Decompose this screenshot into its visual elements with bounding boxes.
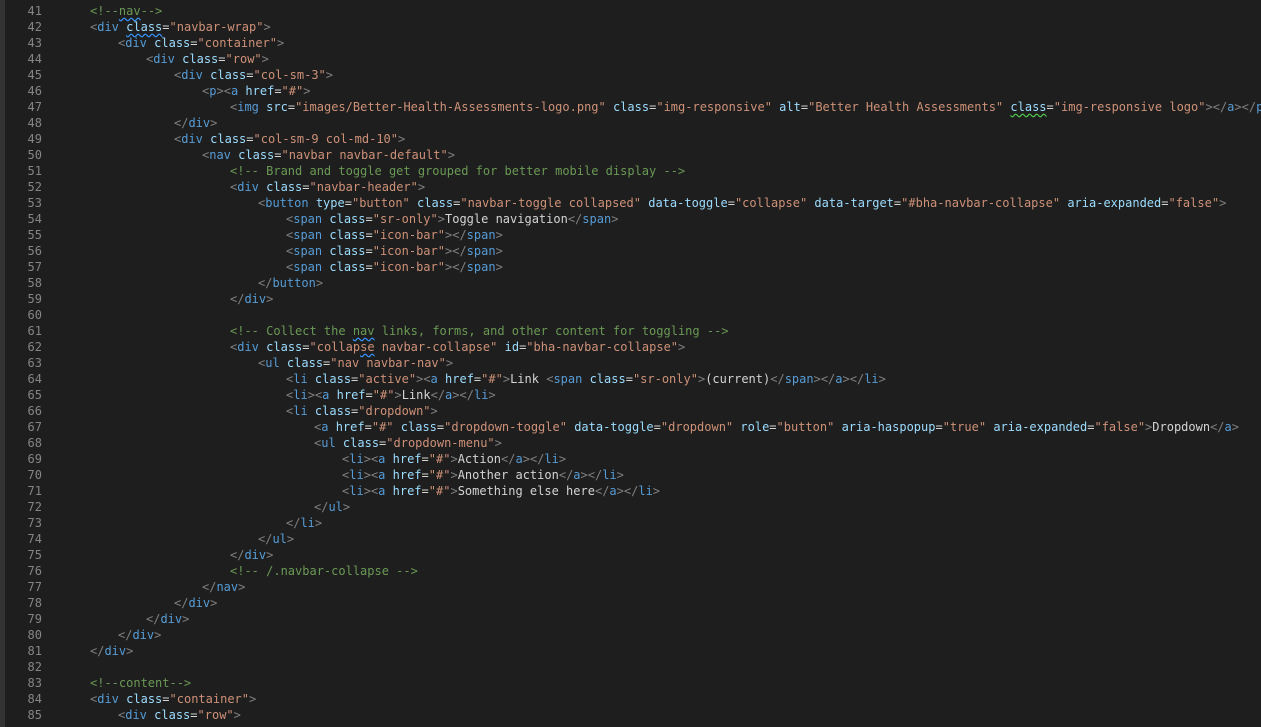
code-line[interactable]: <a href="#" class="dropdown-toggle" data… <box>314 419 1239 435</box>
line-number: 66 <box>27 404 42 418</box>
code-line[interactable]: </ul> <box>314 499 350 515</box>
code-line[interactable]: <span class="icon-bar"></span> <box>286 243 503 259</box>
line-number: 41 <box>27 4 42 18</box>
code-line[interactable]: <!-- /.navbar-collapse --> <box>230 563 418 579</box>
line-number: 71 <box>27 484 42 498</box>
code-editor[interactable]: 41 42 43 44 45 46 47 48 49 50 51 52 53 54 55 56 57 58 59 60… <box>0 0 1261 727</box>
code-line[interactable]: <li><a href="#">Action</a></li> <box>342 451 566 467</box>
code-line[interactable]: <!-- Collect the nav links, forms, and o… <box>230 323 729 339</box>
line-number: 84 <box>27 692 42 706</box>
code-line[interactable]: <ul class="dropdown-menu"> <box>314 435 502 451</box>
line-number: 59 <box>27 292 42 306</box>
code-line[interactable]: </div> <box>90 643 133 659</box>
line-number: 50 <box>27 148 42 162</box>
code-line[interactable]: <div class="row"> <box>146 51 269 67</box>
code-line[interactable]: <div class="col-sm-9 col-md-10"> <box>174 131 405 147</box>
code-line[interactable]: </div> <box>174 595 217 611</box>
line-number: 55 <box>27 228 42 242</box>
line-number: 65 <box>27 388 42 402</box>
line-number-gutter: 41 42 43 44 45 46 47 48 49 50 51 52 53 54 55 56 57 58 59 60… <box>5 0 48 727</box>
line-number: 76 <box>27 564 42 578</box>
line-number: 75 <box>27 548 42 562</box>
line-number: 83 <box>27 676 42 690</box>
line-number: 78 <box>27 596 42 610</box>
code-line[interactable]: <span class="icon-bar"></span> <box>286 227 503 243</box>
line-number: 77 <box>27 580 42 594</box>
line-number: 61 <box>27 324 42 338</box>
code-line[interactable]: </li> <box>286 515 322 531</box>
line-number: 60 <box>27 308 42 322</box>
code-line[interactable]: <div class="col-sm-3"> <box>174 67 333 83</box>
line-number: 68 <box>27 436 42 450</box>
code-line[interactable]: </nav> <box>202 579 245 595</box>
line-number: 45 <box>27 68 42 82</box>
code-line[interactable]: <div class="container"> <box>90 691 256 707</box>
code-line[interactable]: <div class="container"> <box>118 35 284 51</box>
line-number: 53 <box>27 196 42 210</box>
code-line[interactable]: <li><a href="#">Something else here</a><… <box>342 483 660 499</box>
code-line[interactable]: </div> <box>230 547 273 563</box>
line-number: 56 <box>27 244 42 258</box>
line-number: 52 <box>27 180 42 194</box>
code-line[interactable]: <span class="sr-only">Toggle navigation<… <box>286 211 618 227</box>
line-number: 42 <box>27 20 42 34</box>
line-number: 69 <box>27 452 42 466</box>
code-line[interactable]: <li><a href="#">Link</a></li> <box>286 387 496 403</box>
line-number: 58 <box>27 276 42 290</box>
code-line[interactable]: <div class="navbar-wrap"> <box>90 19 271 35</box>
code-line[interactable]: <div class="collapse navbar-collapse" id… <box>230 339 685 355</box>
line-number: 51 <box>27 164 42 178</box>
line-number: 47 <box>27 100 42 114</box>
line-number: 82 <box>27 660 42 674</box>
line-number: 70 <box>27 468 42 482</box>
line-number: 62 <box>27 340 42 354</box>
code-line[interactable]: <ul class="nav navbar-nav"> <box>258 355 453 371</box>
code-line[interactable]: <button type="button" class="navbar-togg… <box>258 195 1226 211</box>
code-line[interactable]: </div> <box>118 627 161 643</box>
line-number: 46 <box>27 84 42 98</box>
code-line[interactable]: </ul> <box>258 531 294 547</box>
line-number: 73 <box>27 516 42 530</box>
code-line[interactable]: </div> <box>230 291 273 307</box>
line-number: 80 <box>27 628 42 642</box>
code-line[interactable]: <li class="active"><a href="#">Link <spa… <box>286 371 886 387</box>
line-number: 85 <box>27 708 42 722</box>
code-line[interactable]: <img src="images/Better-Health-Assessmen… <box>230 99 1261 115</box>
line-number: 48 <box>27 116 42 130</box>
line-number: 49 <box>27 132 42 146</box>
line-number: 63 <box>27 356 42 370</box>
line-number: 72 <box>27 500 42 514</box>
line-number: 44 <box>27 52 42 66</box>
code-line[interactable]: <div class="navbar-header"> <box>230 179 425 195</box>
code-line[interactable]: <span class="icon-bar"></span> <box>286 259 503 275</box>
code-line[interactable]: <!--content--> <box>90 675 191 691</box>
code-line[interactable]: <!--nav--> <box>90 3 162 19</box>
line-number: 79 <box>27 612 42 626</box>
line-number: 81 <box>27 644 42 658</box>
code-line[interactable]: <!-- Brand and toggle get grouped for be… <box>230 163 685 179</box>
line-number: 74 <box>27 532 42 546</box>
code-area[interactable]: <!--nav--> <div class="navbar-wrap"> <div … <box>62 0 1261 727</box>
line-number: 43 <box>27 36 42 50</box>
line-number: 64 <box>27 372 42 386</box>
line-number: 54 <box>27 212 42 226</box>
code-line[interactable]: </div> <box>146 611 189 627</box>
line-number: 67 <box>27 420 42 434</box>
code-line[interactable]: <p><a href="#"> <box>202 83 310 99</box>
line-number: 57 <box>27 260 42 274</box>
code-line[interactable]: </div> <box>174 115 217 131</box>
code-line[interactable]: <li class="dropdown"> <box>286 403 438 419</box>
code-line[interactable]: </button> <box>258 275 323 291</box>
code-line[interactable]: <nav class="navbar navbar-default"> <box>202 147 455 163</box>
code-line[interactable]: <li><a href="#">Another action</a></li> <box>342 467 624 483</box>
code-line[interactable]: <div class="row"> <box>118 707 241 723</box>
